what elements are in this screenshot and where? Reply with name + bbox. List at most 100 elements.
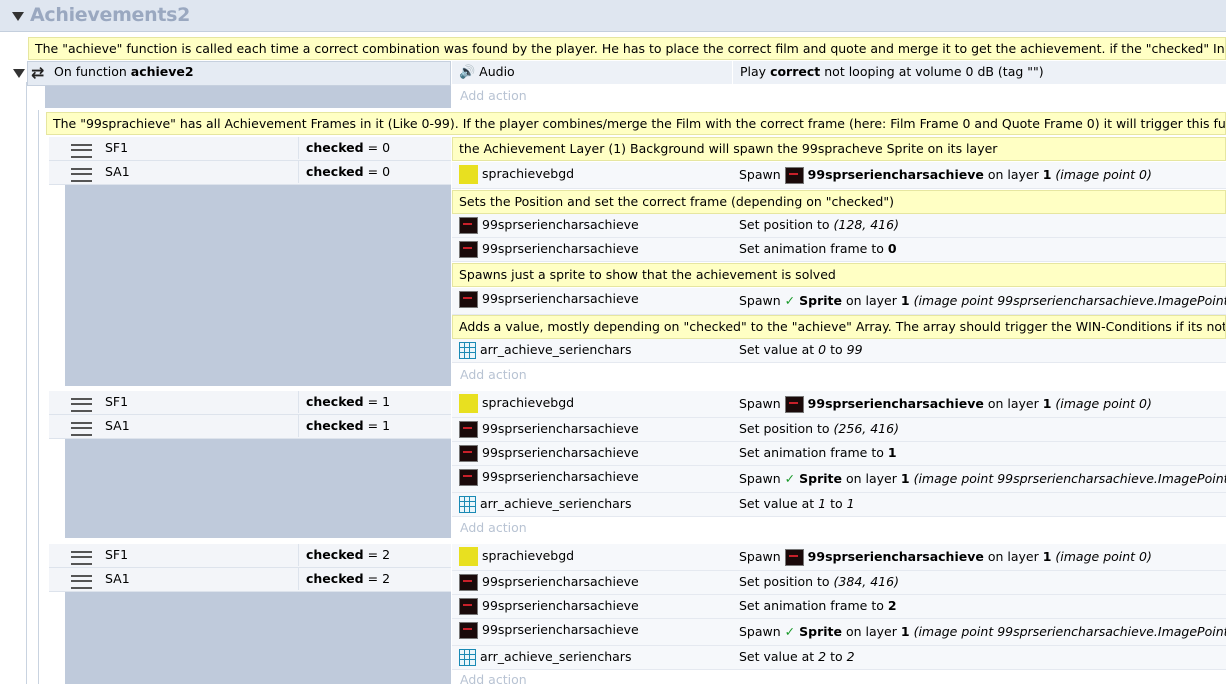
action-desc[interactable]: Spawn ✓ Sprite on layer 1 (image point 9… (732, 288, 1226, 315)
var-name: checked (306, 394, 364, 409)
object-name: 99sprseriencharsachieve (482, 445, 639, 460)
condition-row[interactable]: SA1 checked = 2 (49, 568, 451, 592)
action-object[interactable]: sprachievebgd (452, 162, 732, 189)
action-desc[interactable]: Spawn 99sprseriencharsachieve on layer 1… (732, 162, 1226, 189)
param: 1 (818, 496, 827, 511)
object-name: 99sprseriencharsachieve (482, 291, 639, 306)
param: Sprite (799, 471, 842, 486)
action-desc[interactable]: Set value at 0 to 99 (732, 339, 1226, 363)
var-value: 2 (382, 547, 391, 562)
var-value: 0 (382, 140, 391, 155)
condition-row[interactable]: SA1 checked = 0 (49, 161, 451, 185)
object-name: 99sprseriencharsachieve (482, 421, 639, 436)
action-object[interactable]: 99sprseriencharsachieve (452, 442, 732, 466)
action-object[interactable]: sprachievebgd (452, 391, 732, 418)
condition-object: SF1 (105, 394, 129, 409)
group-title: Achievements2 (30, 4, 191, 26)
add-action-link[interactable]: Add action (452, 671, 752, 689)
text: on layer (845, 293, 897, 308)
action-object[interactable]: 99sprseriencharsachieve (452, 619, 732, 646)
text: to (830, 496, 843, 511)
var-name: checked (306, 164, 364, 179)
action-desc[interactable]: Set position to (128, 416) (732, 214, 1226, 238)
param: 99sprseriencharsachieve (807, 167, 984, 182)
verb: Set animation frame to (739, 598, 884, 613)
object-name: 99sprseriencharsachieve (482, 469, 639, 484)
action-desc[interactable]: Set position to (384, 416) (732, 571, 1226, 595)
sub-event-comment[interactable]: The "99sprachieve" has all Achievement F… (46, 112, 1226, 135)
bgd-sprite-icon (459, 165, 478, 184)
action-object[interactable]: 99sprseriencharsachieve (452, 238, 732, 262)
add-action-link[interactable]: Add action (452, 366, 752, 384)
condition-row[interactable]: SF1 checked = 1 (49, 391, 451, 415)
action-desc[interactable]: Set animation frame to 0 (732, 238, 1226, 262)
collapse-triangle-icon[interactable] (12, 12, 24, 21)
event-collapse-icon[interactable] (13, 69, 25, 78)
action-desc[interactable]: Set value at 2 to 2 (732, 646, 1226, 670)
action-desc[interactable]: Spawn 99sprseriencharsachieve on layer 1… (732, 391, 1226, 418)
condition-expression: checked = 1 (298, 391, 451, 413)
action-comment[interactable]: Spawns just a sprite to show that the ac… (452, 263, 1226, 287)
condition-row[interactable]: SA1 checked = 1 (49, 415, 451, 439)
action-desc[interactable]: Set value at 1 to 1 (732, 493, 1226, 517)
condition-object: SA1 (105, 571, 130, 586)
condition-expression: checked = 2 (298, 568, 451, 590)
audio-action-object[interactable]: 🔊 Audio (452, 61, 732, 85)
condition-row[interactable]: SF1 checked = 2 (49, 544, 451, 568)
object-name: sprachievebgd (482, 166, 575, 181)
action-object[interactable]: arr_achieve_serienchars (452, 493, 732, 517)
action-desc[interactable]: Set animation frame to 1 (732, 442, 1226, 466)
var-name: checked (306, 140, 364, 155)
verb: Spawn (739, 396, 781, 411)
action-verb: Play (740, 64, 767, 79)
param: 1 (900, 293, 910, 308)
tree-line (38, 110, 39, 684)
operator: = (367, 394, 379, 409)
verb: Set value at (739, 496, 815, 511)
array-grid-icon (459, 649, 476, 666)
action-object[interactable]: 99sprseriencharsachieve (452, 288, 732, 315)
param: 2 (846, 649, 855, 664)
function-comment[interactable]: The "achieve" function is called each ti… (28, 37, 1226, 60)
action-comment[interactable]: Sets the Position and set the correct fr… (452, 190, 1226, 214)
action-object[interactable]: 99sprseriencharsachieve (452, 466, 732, 493)
condition-expression: checked = 1 (298, 415, 451, 437)
verb: Set value at (739, 342, 815, 357)
action-desc[interactable]: Spawn ✓ Sprite on layer 1 (image point 9… (732, 619, 1226, 646)
verb: Set animation frame to (739, 241, 884, 256)
action-object[interactable]: 99sprseriencharsachieve (452, 595, 732, 619)
param: 0 (887, 241, 897, 256)
action-comment[interactable]: Adds a value, mostly depending on "check… (452, 315, 1226, 339)
object-name: sprachievebgd (482, 548, 575, 563)
action-object[interactable]: 99sprseriencharsachieve (452, 418, 732, 442)
add-action-link[interactable]: Add action (452, 519, 752, 537)
action-desc[interactable]: Set position to (256, 416) (732, 418, 1226, 442)
action-desc[interactable]: Set animation frame to 2 (732, 595, 1226, 619)
audio-action-desc[interactable]: Play correct not looping at volume 0 dB … (732, 61, 1226, 85)
param: (256, 416) (833, 421, 899, 436)
action-comment[interactable]: the Achievement Layer (1) Background wil… (452, 137, 1226, 161)
condition-expression: checked = 0 (298, 161, 451, 183)
condition-object: SA1 (105, 418, 130, 433)
action-object[interactable]: 99sprseriencharsachieve (452, 571, 732, 595)
param: Sprite (799, 293, 842, 308)
action-desc[interactable]: Spawn 99sprseriencharsachieve on layer 1… (732, 544, 1226, 571)
action-object[interactable]: sprachievebgd (452, 544, 732, 571)
text: on layer (845, 624, 897, 639)
action-object[interactable]: 99sprseriencharsachieve (452, 214, 732, 238)
object-name: 99sprseriencharsachieve (482, 598, 639, 613)
param: Sprite (799, 624, 842, 639)
text: on layer (845, 471, 897, 486)
add-action-link[interactable]: Add action (452, 87, 752, 105)
action-object[interactable]: arr_achieve_serienchars (452, 339, 732, 363)
action-object[interactable]: arr_achieve_serienchars (452, 646, 732, 670)
function-prefix: On function (54, 64, 127, 79)
bgd-sprite-icon (459, 547, 478, 566)
action-desc[interactable]: Spawn ✓ Sprite on layer 1 (image point 9… (732, 466, 1226, 493)
text: on layer (987, 549, 1039, 564)
var-name: checked (306, 571, 364, 586)
condition-expression: checked = 0 (298, 137, 451, 159)
condition-row[interactable]: SF1 checked = 0 (49, 137, 451, 161)
array-grid-icon (459, 496, 476, 513)
function-condition[interactable]: On function achieve2 (54, 63, 194, 81)
